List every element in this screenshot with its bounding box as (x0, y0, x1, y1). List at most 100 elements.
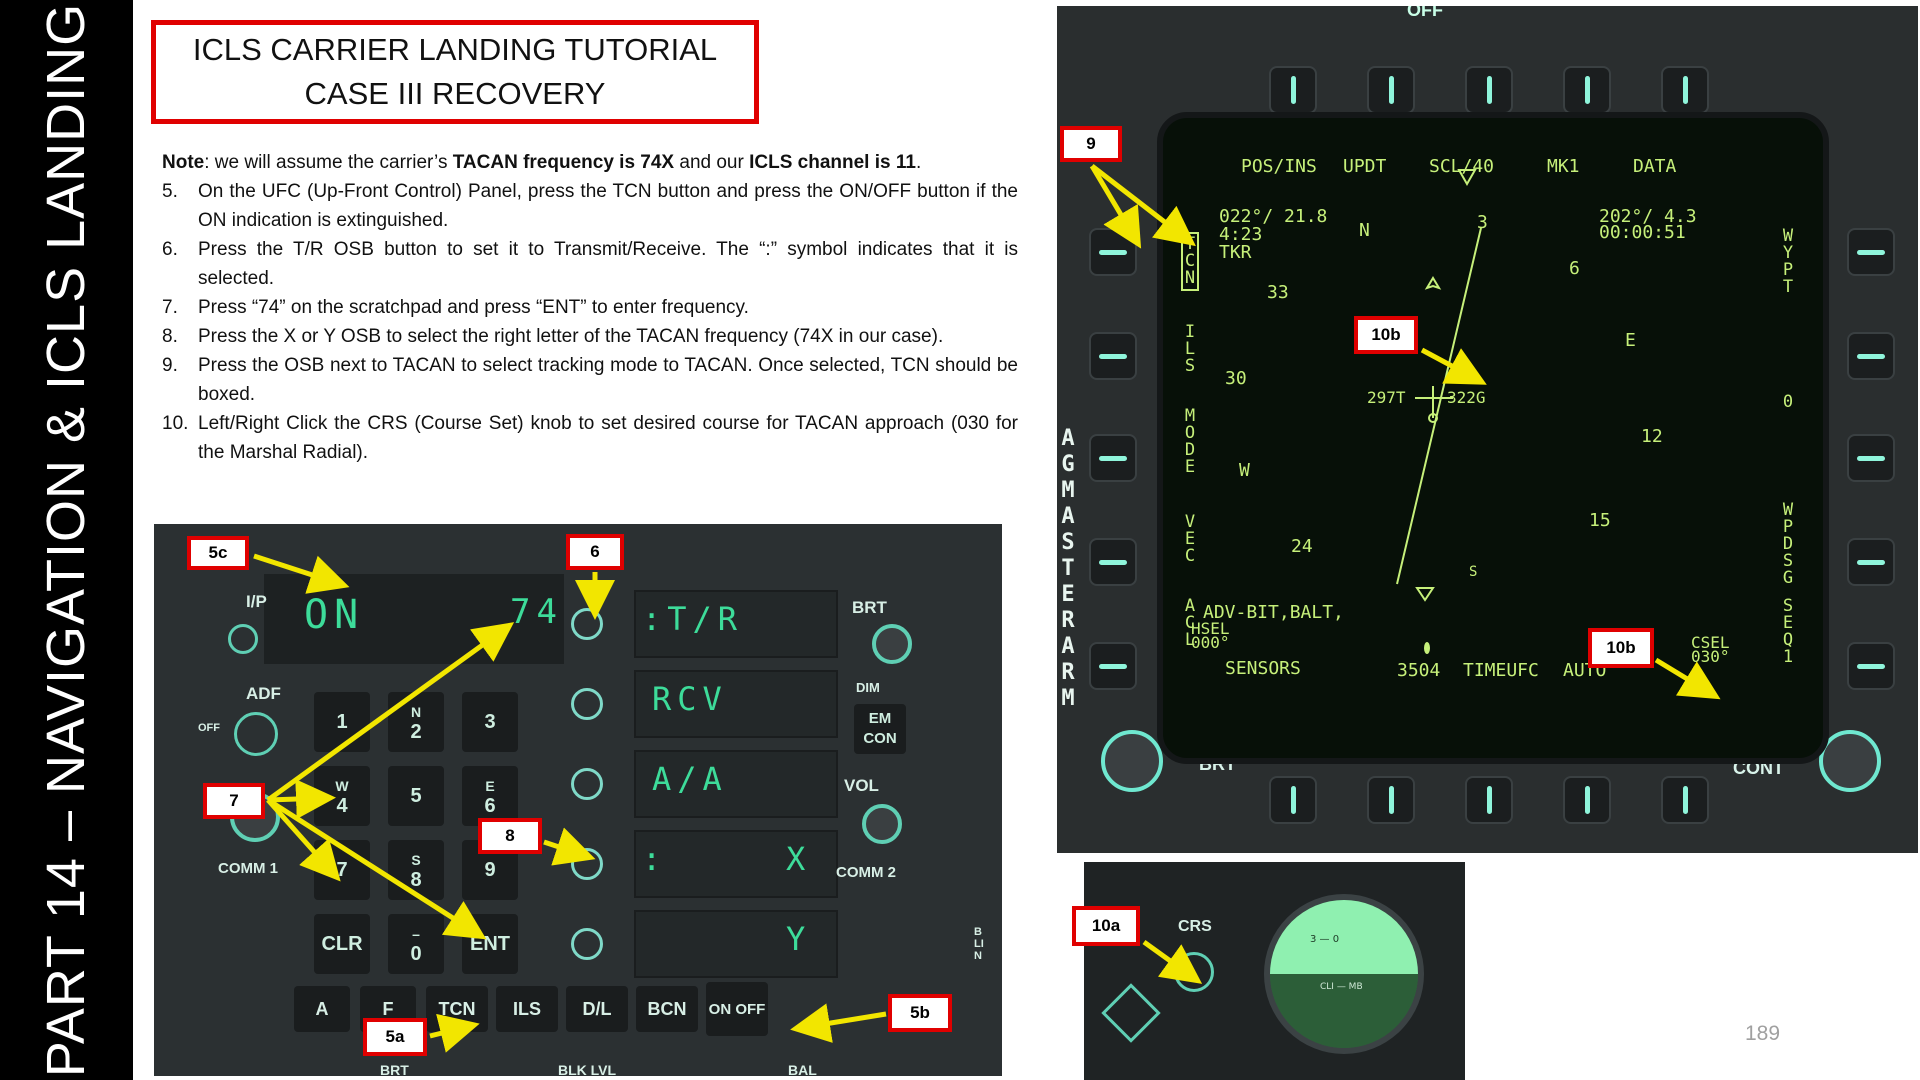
ddi-pushbutton-bottom-2[interactable] (1367, 776, 1415, 824)
note-paragraph: Note: we will assume the carrier’s TACAN… (162, 148, 1018, 177)
pushbutton-bar (1486, 786, 1492, 814)
ddi-pushbutton-bottom-4[interactable] (1563, 776, 1611, 824)
key-2[interactable]: N2 (388, 692, 444, 752)
ddi-pushbutton-left-3[interactable] (1089, 434, 1137, 482)
key-6[interactable]: E6 (462, 766, 518, 826)
option-cue-3: A/A (652, 760, 728, 798)
function-label: BCN (647, 998, 687, 1019)
scratchpad-right: 74 (510, 592, 563, 632)
key-8[interactable]: S8 (388, 840, 444, 900)
key-0[interactable]: –0 (388, 914, 444, 974)
key-7[interactable]: 7 (314, 840, 370, 900)
step-number: 5. (162, 181, 178, 202)
pushbutton-bar (1290, 76, 1296, 104)
callout-10b-bottom: 10b (1588, 628, 1654, 668)
ddi-pushbutton-bottom-5[interactable] (1661, 776, 1709, 824)
dim-label: DIM (856, 680, 880, 695)
emcon-label: EM CON (863, 710, 897, 747)
ddi-pushbutton-top-1[interactable] (1269, 66, 1317, 114)
hsi-screen: POS/INS UPDT SCL/40 MK1 DATA 022°/ 21.8 … (1157, 112, 1829, 764)
key-ent[interactable]: ENT (462, 914, 518, 974)
key-1[interactable]: 1 (314, 692, 370, 752)
note-bold-2: ICLS channel is 11 (749, 152, 916, 173)
ddi-pushbutton-right-5[interactable] (1847, 642, 1895, 690)
key-main: 8 (410, 869, 422, 891)
bcn-button[interactable]: BCN (636, 986, 698, 1032)
ddi-pushbutton-top-4[interactable] (1563, 66, 1611, 114)
note-text-3: . (915, 152, 922, 173)
ddi-pushbutton-bottom-3[interactable] (1465, 776, 1513, 824)
option-cue-4-colon: : (642, 840, 668, 878)
ddi-pushbutton-top-5[interactable] (1661, 66, 1709, 114)
ddi-pushbutton-right-4[interactable] (1847, 538, 1895, 586)
key-5[interactable]: 5 (388, 766, 444, 826)
key-4[interactable]: W4 (314, 766, 370, 826)
option-select-button-5[interactable] (571, 928, 603, 960)
scratchpad-left: ON (304, 592, 365, 638)
ufc-brightness-knob[interactable] (872, 624, 912, 664)
option-cue-5-y: Y (786, 920, 812, 958)
pushbutton-bar (1857, 353, 1885, 359)
step-number: 8. (162, 326, 178, 347)
step-text: On the UFC (Up-Front Control) Panel, pre… (198, 181, 1018, 231)
ddi-pushbutton-right-2[interactable] (1847, 332, 1895, 380)
adf-label: ADF (246, 684, 281, 703)
option-select-button-3[interactable] (571, 768, 603, 800)
function-label: D/L (582, 998, 612, 1019)
power-off-label: OFF (1407, 6, 1443, 20)
ddi-brightness-knob[interactable] (1101, 730, 1163, 792)
crs-knob[interactable] (1174, 952, 1214, 992)
emcon-button[interactable]: EM CON (854, 704, 906, 754)
sensors-label: SENSORS (1225, 658, 1301, 679)
option-select-button-2[interactable] (571, 688, 603, 720)
hsel-value: 000° (1191, 633, 1230, 652)
ddi-pushbutton-top-3[interactable] (1465, 66, 1513, 114)
comm2-knob[interactable] (862, 804, 902, 844)
ddi-pushbutton-right-1[interactable] (1847, 228, 1895, 276)
standby-attitude-indicator: 3 — 0 CLI — MB (1264, 894, 1424, 1054)
option-select-button-4[interactable] (571, 848, 603, 880)
true-bearing: 297T (1367, 388, 1406, 407)
pushbutton-bar (1099, 249, 1127, 255)
ddi-pushbutton-left-5[interactable] (1089, 642, 1137, 690)
master-arm-strip: A G MASTER ARM (1061, 426, 1075, 711)
callout-10a: 10a (1072, 906, 1140, 946)
ddi-pushbutton-left-4[interactable] (1089, 538, 1137, 586)
step-number: 10. (162, 413, 189, 434)
key-clr[interactable]: CLR (314, 914, 370, 974)
step-item: 5. On the UFC (Up-Front Control) Panel, p… (162, 177, 1018, 235)
option-select-button-1[interactable] (571, 608, 603, 640)
key-main: 6 (484, 795, 496, 817)
bottom-marker (1424, 642, 1430, 654)
timeufc-label: TIMEUFC (1463, 660, 1539, 681)
brt-cut-label: BRT (380, 1062, 409, 1076)
key-3[interactable]: 3 (462, 692, 518, 752)
ddi-pushbutton-left-2[interactable] (1089, 332, 1137, 380)
step-text: Press the X or Y OSB to select the right… (198, 326, 944, 347)
option-cue-1: :T/R (642, 600, 744, 638)
callout-6: 6 (566, 534, 624, 570)
ddi-pushbutton-top-2[interactable] (1367, 66, 1415, 114)
ils-button[interactable]: ILS (496, 986, 558, 1032)
ddi-pushbutton-right-3[interactable] (1847, 434, 1895, 482)
ddi-pushbutton-left-1[interactable] (1089, 228, 1137, 276)
heading-set-switch[interactable] (1101, 983, 1161, 1043)
adf-switch[interactable] (234, 712, 278, 756)
instructions-text: Note: we will assume the carrier’s TACAN… (162, 148, 1018, 467)
heading-caret (1457, 169, 1477, 187)
on-off-button[interactable]: ON OFF (706, 982, 768, 1036)
note-bold-1: TACAN frequency is 74X (452, 152, 675, 173)
ufc-function-button-a[interactable]: A (294, 986, 350, 1032)
step-number: 9. (162, 355, 178, 376)
key-main: 9 (484, 859, 496, 881)
callout-7: 7 (203, 783, 265, 819)
comm2-label: COMM 2 (836, 864, 896, 881)
steps-list: 5. On the UFC (Up-Front Control) Panel, p… (162, 177, 1018, 467)
step-item: 7. Press “74” on the scratchpad and press… (162, 293, 1018, 322)
function-label: TCN (438, 998, 476, 1019)
ip-button[interactable] (228, 624, 258, 654)
ddi-pushbutton-bottom-1[interactable] (1269, 776, 1317, 824)
datalink-button[interactable]: D/L (566, 986, 628, 1032)
step-text: Press the OSB next to TACAN to select tr… (198, 355, 1018, 405)
tcn-button[interactable]: TCN (426, 986, 488, 1032)
